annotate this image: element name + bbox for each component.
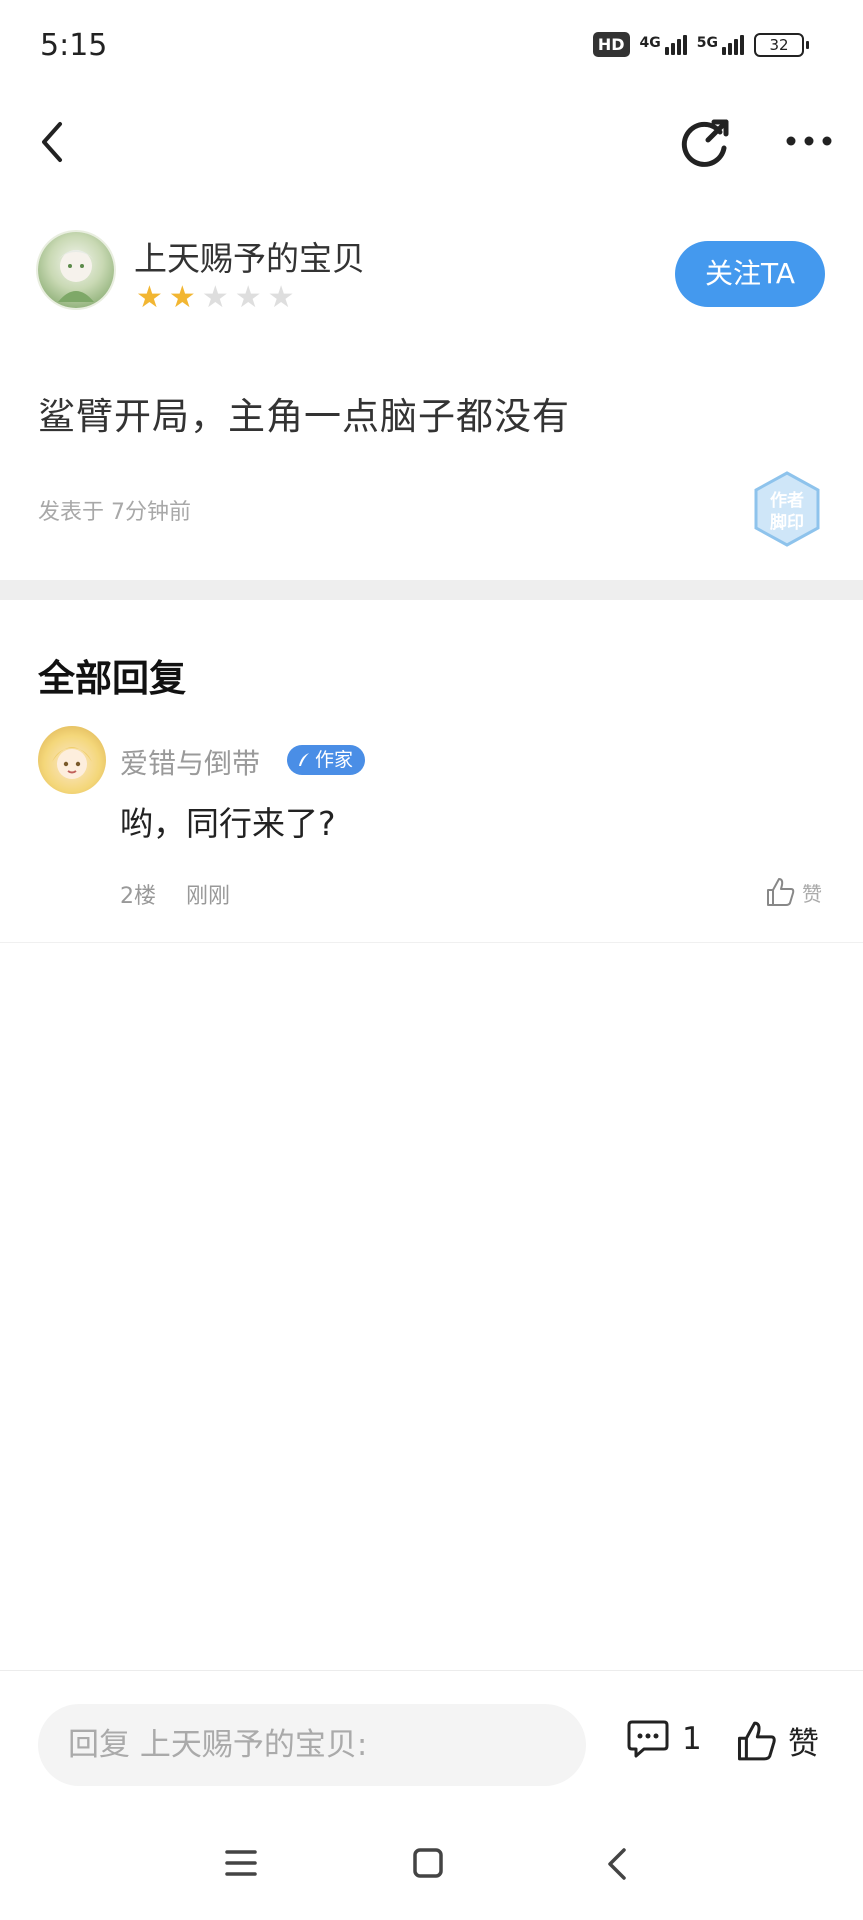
reply-divider <box>0 942 863 943</box>
star-filled-icon: ★ <box>136 280 163 315</box>
signal-5g-icon: 5G <box>697 34 744 55</box>
battery-icon: 32 <box>754 32 809 57</box>
author-avatar[interactable] <box>38 232 114 308</box>
like-button[interactable]: 赞 <box>734 1718 819 1763</box>
thumbs-up-icon <box>767 878 795 906</box>
like-label: 赞 <box>788 1726 819 1762</box>
share-refresh-icon <box>681 119 729 167</box>
more-button[interactable] <box>784 124 834 158</box>
reply-input[interactable]: 回复 上天赐予的宝贝: <box>38 1704 586 1786</box>
system-home-button[interactable] <box>412 1846 444 1880</box>
menu-icon <box>225 1850 257 1876</box>
reply-username[interactable]: 爱错与倒带 <box>120 742 260 782</box>
chevron-left-icon <box>608 1848 626 1880</box>
quill-icon <box>299 753 309 766</box>
system-back-button[interactable] <box>604 1846 630 1882</box>
signal-4g-icon: 4G <box>640 34 687 55</box>
star-empty-icon: ★ <box>201 280 229 315</box>
svg-text:脚印: 脚印 <box>770 512 804 533</box>
bottom-bar-divider <box>0 1670 863 1671</box>
star-filled-icon: ★ <box>168 280 196 315</box>
status-time: 5:15 <box>40 28 108 63</box>
reply-like-button[interactable]: 赞 <box>764 876 822 908</box>
comment-count: 1 <box>682 1721 702 1757</box>
home-square-icon <box>413 1848 443 1878</box>
comment-icon <box>627 1720 669 1758</box>
more-dots-icon <box>786 136 832 146</box>
hd-badge: HD <box>592 32 630 57</box>
post-content: 鲨臂开局，主角一点脑子都没有 <box>38 395 570 438</box>
star-empty-icon: ★ <box>234 280 262 315</box>
star-empty-icon: ★ <box>267 280 295 315</box>
back-button[interactable] <box>36 114 76 170</box>
follow-button[interactable]: 关注TA <box>675 241 825 307</box>
writer-badge: 作家 <box>287 745 366 775</box>
thumbs-up-icon <box>737 1721 776 1760</box>
share-button[interactable] <box>678 114 734 170</box>
post-time: 发表于 7分钟前 <box>38 500 191 525</box>
reply-text: 哟，同行来了? <box>120 804 336 843</box>
system-menu-button[interactable] <box>224 1848 258 1878</box>
reply-time: 刚刚 <box>186 884 231 909</box>
section-divider <box>0 580 863 600</box>
replies-section-title: 全部回复 <box>38 657 186 700</box>
battery-level: 32 <box>754 32 804 57</box>
reply-floor: 2楼 <box>120 884 156 909</box>
reply-avatar[interactable] <box>38 726 106 794</box>
chevron-left-icon <box>42 122 62 162</box>
comment-button[interactable]: 1 <box>626 1718 702 1760</box>
status-icons: HD 4G 5G 32 <box>592 32 809 57</box>
post-username[interactable]: 上天赐予的宝贝 <box>134 232 365 280</box>
rating-stars: ★ ★ ★ ★ ★ <box>136 283 295 313</box>
author-footprint-badge-icon: 作者 脚印 <box>748 470 826 548</box>
svg-text:作者: 作者 <box>770 490 804 511</box>
